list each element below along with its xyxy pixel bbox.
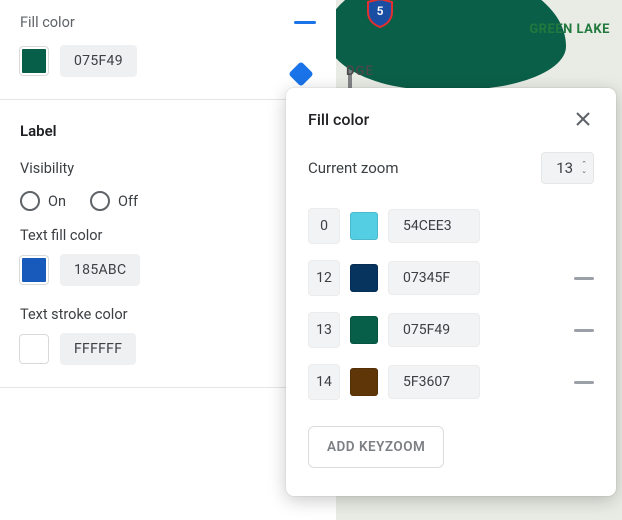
radio-label-off: Off [118, 193, 138, 210]
remove-stop-icon[interactable] [574, 329, 594, 332]
add-keyzoom-button[interactable]: ADD KEYZOOM [308, 426, 444, 468]
current-zoom-stepper[interactable]: 13 ⌃ ⌄ [541, 152, 594, 184]
fill-color-hex[interactable]: 075F49 [60, 45, 137, 77]
radio-label-on: On [48, 193, 66, 210]
zoom-stop-hex[interactable]: 54CEE3 [388, 209, 480, 243]
close-icon[interactable] [572, 108, 594, 130]
fill-color-swatch[interactable] [20, 47, 48, 75]
zoom-stop-row: 14 5F3607 [308, 364, 594, 400]
radio-icon [90, 191, 110, 211]
zoom-stop-value[interactable]: 14 [308, 364, 340, 400]
visibility-off-radio[interactable]: Off [90, 191, 138, 211]
chevron-down-icon[interactable]: ⌄ [581, 168, 587, 175]
map-label-dge: DGE [346, 64, 374, 79]
interstate-shield-icon: 5 [366, 0, 394, 28]
current-zoom-label: Current zoom [308, 159, 399, 177]
text-fill-swatch[interactable] [20, 256, 48, 284]
zoom-stop-swatch[interactable] [350, 316, 378, 344]
zoom-stop-row: 13 075F49 [308, 312, 594, 348]
visibility-on-radio[interactable]: On [20, 191, 66, 211]
fill-color-popover: Fill color Current zoom 13 ⌃ ⌄ 0 54CEE3 12… [286, 88, 616, 496]
collapse-icon[interactable] [294, 21, 316, 24]
text-stroke-swatch[interactable] [20, 335, 48, 363]
zoom-stop-row: 12 07345F [308, 260, 594, 296]
zoom-stop-swatch[interactable] [350, 212, 378, 240]
current-zoom-value: 13 [556, 159, 573, 177]
text-fill-hex[interactable]: 185ABC [60, 254, 140, 286]
remove-stop-icon[interactable] [574, 277, 594, 280]
zoom-stop-hex[interactable]: 07345F [388, 261, 480, 295]
zoom-stop-value[interactable]: 13 [308, 312, 340, 348]
radio-icon [20, 191, 40, 211]
zoom-stop-value[interactable]: 0 [308, 208, 340, 244]
zoom-stop-hex[interactable]: 075F49 [388, 313, 480, 347]
pin-marker-icon[interactable] [285, 58, 317, 90]
map-label-greenlake: GREEN LAKE [529, 22, 610, 37]
remove-stop-icon[interactable] [574, 381, 594, 384]
zoom-stop-swatch[interactable] [350, 264, 378, 292]
zoom-stop-hex[interactable]: 5F3607 [388, 365, 480, 399]
popover-title: Fill color [308, 110, 369, 129]
zoom-stop-value[interactable]: 12 [308, 260, 340, 296]
zoom-stop-row: 0 54CEE3 [308, 208, 594, 244]
zoom-stop-swatch[interactable] [350, 368, 378, 396]
text-stroke-hex[interactable]: FFFFFF [60, 333, 136, 365]
fill-color-header: Fill color [20, 14, 75, 31]
interstate-number: 5 [366, 4, 394, 18]
